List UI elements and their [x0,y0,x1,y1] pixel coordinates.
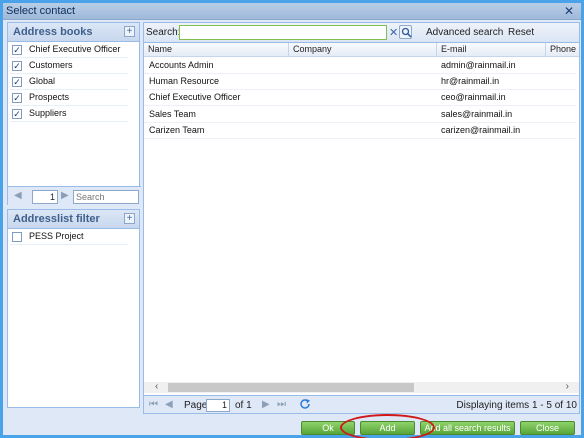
table-row[interactable]: Accounts Admin admin@rainmail.in [144,58,576,74]
horizontal-scrollbar[interactable]: ‹ › [144,381,579,393]
search-toolbar: Search: ✕ Advanced search Reset [144,23,579,43]
table-row[interactable]: Carizen Team carizen@rainmail.in [144,123,576,139]
contacts-panel: Search: ✕ Advanced search Reset Name Com… [143,22,580,414]
checkbox[interactable]: ✓ [12,93,22,103]
page-count-label: of 1 [235,400,252,411]
page-label: Page [184,400,208,411]
addresslist-filter-list: PESS Project [8,229,139,245]
list-item[interactable]: PESS Project [10,229,128,245]
address-books-list: ✓ Chief Executive Officer ✓ Customers ✓ Globa… [8,42,139,122]
page-number-input[interactable]: 1 [206,399,230,412]
cell-email: sales@rainmail.in [441,108,513,119]
left-panel: Address books + ✓ Chief Executive Officer… [7,22,141,408]
close-button[interactable]: Close [520,421,575,435]
column-header-company[interactable]: Company [289,43,437,57]
checkbox[interactable]: ✓ [12,77,22,87]
dialog-titlebar: Select contact ✕ [3,3,581,20]
next-page-icon[interactable]: ▶ [61,190,69,201]
list-item-label: PESS Project [29,231,84,241]
prev-page-icon[interactable]: ◀ [165,399,173,410]
search-input[interactable] [179,25,387,40]
address-books-search-input[interactable]: Search [73,190,139,204]
list-item[interactable]: ✓ Global [10,74,128,90]
list-item-label: Suppliers [29,108,67,118]
advanced-search-link[interactable]: Advanced search [426,27,503,38]
table-row[interactable]: Chief Executive Officer ceo@rainmail.in [144,90,576,107]
list-item[interactable]: ✓ Suppliers [10,106,128,122]
prev-page-icon[interactable]: ◀ [14,190,22,201]
address-books-pager: ◀ 1 ▶ Search [8,186,141,206]
cell-email: admin@rainmail.in [441,60,516,70]
address-books-panel: Address books + ✓ Chief Executive Officer… [7,22,141,206]
column-header-email[interactable]: E-mail [437,43,546,57]
list-item[interactable]: ✓ Chief Executive Officer [10,42,128,58]
dialog-frame: Select contact ✕ Address books + ✓ Chief … [0,0,584,438]
column-header-phone[interactable]: Phone [546,43,579,57]
addresslist-filter-panel: Addresslist filter + PESS Project [7,209,140,408]
highlight-annotation [340,414,435,438]
list-item-label: Chief Executive Officer [29,44,121,54]
list-item-label: Prospects [29,92,70,102]
cell-name: Human Resource [149,76,220,87]
list-item-label: Customers [29,60,73,70]
address-books-title: Address books [13,26,93,38]
address-books-page-input[interactable]: 1 [32,190,58,204]
checkbox[interactable]: ✓ [12,45,22,55]
column-header-name[interactable]: Name [144,43,289,57]
cell-email: carizen@rainmail.in [441,124,521,135]
checkbox[interactable] [12,232,22,242]
cell-email: hr@rainmail.in [441,76,500,87]
add-address-book-icon[interactable]: + [124,26,135,37]
refresh-icon[interactable] [299,398,311,413]
table-row[interactable]: Human Resource hr@rainmail.in [144,74,576,91]
next-page-icon[interactable]: ▶ [262,399,270,410]
first-page-icon[interactable]: ⏮ [149,399,158,410]
add-filter-icon[interactable]: + [124,213,135,224]
search-button[interactable] [399,25,412,39]
reset-link[interactable]: Reset [508,27,534,38]
address-books-header: Address books + [8,23,139,42]
search-label: Search: [146,27,181,38]
clear-search-icon[interactable]: ✕ [389,26,398,39]
grid-pager: ⏮ ◀ Page 1 of 1 ▶ ⏭ Displaying items 1 -… [144,395,579,413]
table-row[interactable]: Sales Team sales@rainmail.in [144,107,576,123]
magnifier-icon [401,27,412,38]
last-page-icon[interactable]: ⏭ [277,399,286,410]
scrollbar-thumb[interactable] [168,383,414,392]
scroll-left-icon[interactable]: ‹ [155,381,158,392]
checkbox[interactable]: ✓ [12,109,22,119]
addresslist-filter-header: Addresslist filter + [8,210,139,229]
cell-name: Sales Team [149,108,196,119]
list-item-label: Global [29,76,56,86]
dialog-title: Select contact [6,5,76,17]
close-icon[interactable]: ✕ [562,4,576,18]
list-item[interactable]: ✓ Prospects [10,90,128,106]
checkbox[interactable]: ✓ [12,61,22,71]
cell-email: ceo@rainmail.in [441,92,506,103]
displaying-items-label: Displaying items 1 - 5 of 10 [456,400,577,411]
list-item[interactable]: ✓ Customers [10,58,128,74]
scroll-right-icon[interactable]: › [566,381,569,392]
addresslist-filter-title: Addresslist filter [13,213,100,225]
cell-name: Accounts Admin [149,60,214,70]
cell-name: Chief Executive Officer [149,92,241,103]
grid-header: Name Company E-mail Phone [144,43,579,57]
cell-name: Carizen Team [149,124,205,135]
